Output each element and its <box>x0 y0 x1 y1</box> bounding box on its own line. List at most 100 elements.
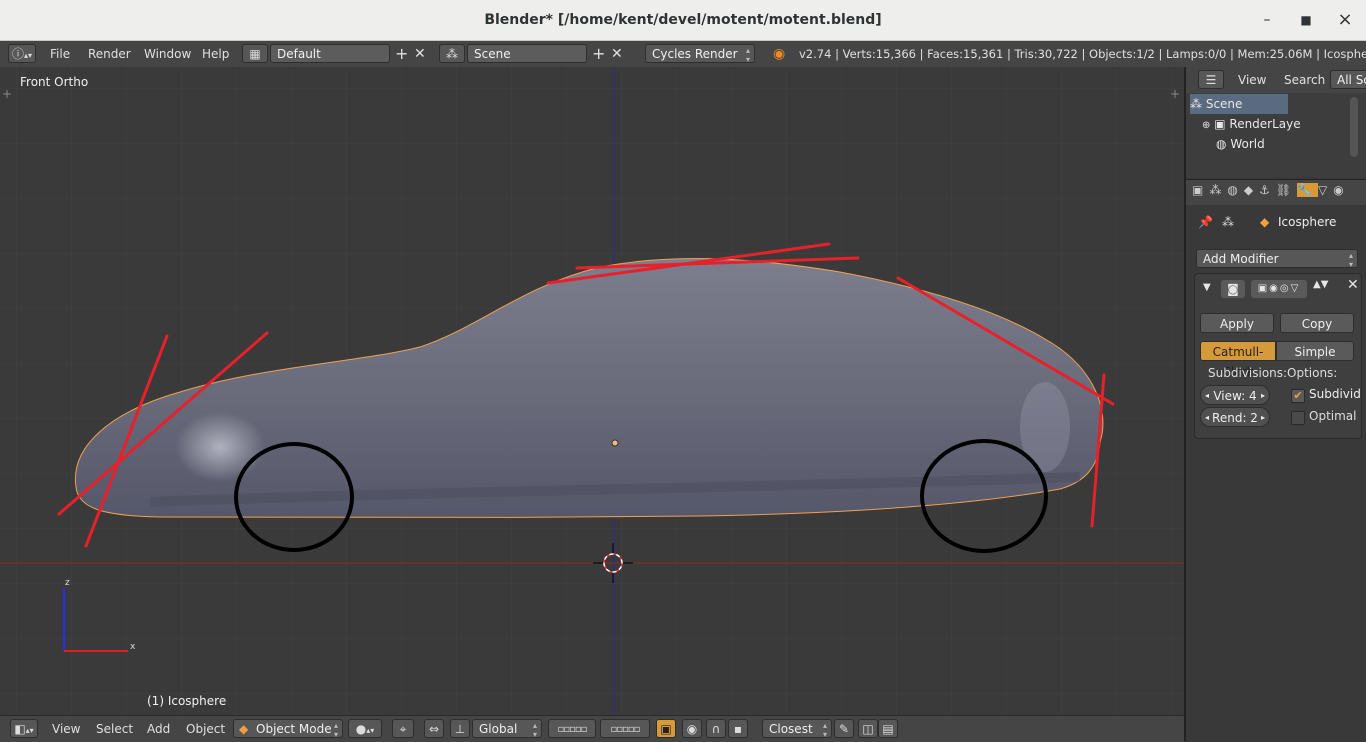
snap-element-icon[interactable]: ▪ <box>728 719 748 738</box>
snap-target-dropdown[interactable]: Closest ▴ ▾ <box>762 719 832 739</box>
dropdown-arrows-icon: ▴ ▾ <box>532 721 537 739</box>
editor-type-outliner-icon[interactable]: ☰ <box>1198 70 1224 89</box>
scene-layers-2-icon[interactable]: ▫▫▫▫▫ <box>600 719 650 738</box>
optimal-display-checkbox[interactable] <box>1291 411 1305 425</box>
scene-tab-icon[interactable]: ◍ <box>1227 183 1243 197</box>
subdivide-uvs-checkbox[interactable]: ✔ <box>1291 389 1305 403</box>
simple-button[interactable]: Simple <box>1276 341 1354 361</box>
delete-screen-icon[interactable]: ✕ <box>414 44 426 64</box>
3d-viewport[interactable]: z x + + Front Ortho (1) Icosphere <box>0 67 1184 715</box>
screen-layout-icon[interactable]: ▦ <box>242 44 268 63</box>
add-scene-icon[interactable]: + <box>592 44 605 64</box>
properties-editor: 📌 ⁂ ◆ Icosphere Add Modifier ▴ ▾ ▼ ◙ ▣◉◎▽… <box>1186 205 1366 741</box>
world-tab-icon[interactable]: ◆ <box>1244 183 1259 197</box>
proportional-edit-icon[interactable]: ◉ <box>682 719 702 738</box>
scene-layers-icon[interactable]: ▫▫▫▫▫ <box>548 719 596 738</box>
outliner[interactable]: ⁂ Scene ⊕ ▣ RenderLaye ◍ World <box>1186 93 1366 177</box>
outliner-scrollbar[interactable] <box>1350 97 1358 157</box>
outliner-menu-view[interactable]: View <box>1238 70 1266 90</box>
move-up-down-icon[interactable]: ▲▼ <box>1313 279 1328 290</box>
constraints-tab-icon[interactable]: ⛓ <box>1276 183 1297 197</box>
options-label: Options: <box>1287 366 1338 380</box>
mode-dropdown[interactable]: ◆ Object Mode ▴ ▾ <box>233 719 343 739</box>
snap-target-label: Closest <box>769 722 813 736</box>
screen-layout-field[interactable]: Default <box>270 44 390 63</box>
dropdown-arrows-icon: ▴ ▾ <box>745 46 750 64</box>
subsurf-modifier-panel: ▼ ◙ ▣◉◎▽ ▲▼ ✕ Apply Copy Catmull-Clark S… <box>1194 273 1362 439</box>
copy-button[interactable]: Copy <box>1280 313 1354 333</box>
subsurf-modifier-icon: ◙ <box>1221 280 1245 298</box>
axis-x-label: x <box>130 642 136 652</box>
add-screen-icon[interactable]: + <box>395 44 408 64</box>
data-tab-icon[interactable]: ▽ <box>1318 183 1333 197</box>
outliner-row-renderlayers[interactable]: ⊕ ▣ RenderLaye <box>1190 114 1362 134</box>
increment-arrow-icon[interactable]: ▸ <box>1261 386 1265 406</box>
editor-type-info-icon[interactable]: ⓘ▴▾ <box>8 44 36 63</box>
menu-add[interactable]: Add <box>147 719 170 739</box>
manipulator-axes-icon[interactable]: ⊥ <box>450 719 470 738</box>
close-button[interactable]: × <box>1333 8 1357 32</box>
increment-arrow-icon[interactable]: ▸ <box>1261 408 1265 428</box>
decrement-arrow-icon[interactable]: ◂ <box>1205 408 1209 428</box>
render-levels-value: Rend: 2 <box>1212 411 1258 425</box>
lock-camera-layers-icon[interactable]: ▣ <box>656 719 676 738</box>
outliner-row-world[interactable]: ◍ World <box>1190 134 1366 154</box>
menu-render[interactable]: Render <box>88 44 131 64</box>
opengl-render-icon[interactable]: ✎ <box>834 719 854 738</box>
mode-label: Object Mode <box>256 722 332 736</box>
modifiers-tab-icon[interactable]: 🔧 <box>1297 183 1319 197</box>
pin-icon[interactable]: 📌 <box>1198 215 1213 229</box>
render-layers-tab-icon[interactable]: ⁂ <box>1209 183 1227 197</box>
viewport-shading-icon[interactable]: ●▴▾ <box>348 719 382 738</box>
remove-modifier-icon[interactable]: ✕ <box>1347 277 1359 293</box>
menu-object[interactable]: Object <box>186 719 225 739</box>
dropdown-arrows-icon: ▴ ▾ <box>1348 251 1353 269</box>
render-levels-field[interactable]: ◂ Rend: 2 ▸ <box>1200 407 1270 427</box>
scene-icon[interactable]: ⁂ <box>439 44 465 63</box>
minimize-button[interactable]: – <box>1255 8 1279 32</box>
outliner-menu-search[interactable]: Search <box>1284 70 1325 90</box>
menu-window[interactable]: Window <box>144 44 191 64</box>
outliner-row-scene[interactable]: ⁂ Scene <box>1190 94 1288 114</box>
menu-view[interactable]: View <box>52 719 80 739</box>
pivot-point-icon[interactable]: ⌖ <box>392 719 414 738</box>
dropdown-arrows-icon: ▴ ▾ <box>333 721 338 739</box>
outliner-row-label: World <box>1230 137 1265 151</box>
outliner-row-label: Scene <box>1205 97 1243 111</box>
blender-logo-icon: ◉ <box>773 46 786 62</box>
view-levels-field[interactable]: ◂ View: 4 ▸ <box>1200 385 1270 405</box>
menu-file[interactable]: File <box>50 44 70 64</box>
active-object-label: (1) Icosphere <box>147 694 227 708</box>
scene-field[interactable]: Scene <box>467 44 587 63</box>
world-icon: ◍ <box>1216 137 1227 151</box>
modifier-visibility-icons[interactable]: ▣◉◎▽ <box>1251 280 1307 298</box>
object-tab-icon[interactable]: ⚓ <box>1259 183 1276 197</box>
render-engine-dropdown[interactable]: Cycles Render ▴ ▾ <box>645 44 755 64</box>
orientation-dropdown[interactable]: Global ▴ ▾ <box>472 719 542 739</box>
maximize-button[interactable]: ■ <box>1294 8 1318 32</box>
add-modifier-dropdown[interactable]: Add Modifier ▴ ▾ <box>1196 249 1358 269</box>
material-tab-icon[interactable]: ◉ <box>1333 183 1349 197</box>
viewport-header: ◧▴▾ View Select Add Object ◆ Object Mode… <box>0 715 1184 742</box>
scene-outliner-icon: ⁂ <box>1190 97 1202 111</box>
subdivide-uvs-label: Subdivid <box>1309 387 1361 401</box>
delete-scene-icon[interactable]: ✕ <box>611 44 623 64</box>
window-titlebar: Blender* [/home/kent/devel/motent/motent… <box>0 0 1366 41</box>
render-animation-icon[interactable]: ▤ <box>878 719 898 738</box>
catmull-clark-button[interactable]: Catmull-Clark <box>1200 341 1276 379</box>
collapse-arrow-icon[interactable]: ▼ <box>1203 282 1211 293</box>
decrement-arrow-icon[interactable]: ◂ <box>1205 386 1209 406</box>
snap-magnet-icon[interactable]: ∩ <box>706 719 726 738</box>
render-image-icon[interactable]: ◫ <box>858 719 878 738</box>
menu-help[interactable]: Help <box>202 44 229 64</box>
editor-type-3dview-icon[interactable]: ◧▴▾ <box>10 719 38 738</box>
menu-select[interactable]: Select <box>96 719 133 739</box>
outliner-display-dropdown[interactable]: All Sc <box>1330 70 1366 89</box>
dropdown-arrows-icon: ▴ ▾ <box>822 721 827 739</box>
outliner-header: ☰ View Search All Sc <box>1186 67 1366 93</box>
outliner-display-label: All Sc <box>1337 73 1366 87</box>
right-panel: ☰ View Search All Sc ⁂ Scene ⊕ ▣ RenderL… <box>1184 67 1366 741</box>
transform-manipulator-icon[interactable]: ⇔ <box>424 719 444 738</box>
render-tab-icon[interactable]: ▣ <box>1192 183 1209 197</box>
apply-button[interactable]: Apply <box>1200 313 1274 333</box>
